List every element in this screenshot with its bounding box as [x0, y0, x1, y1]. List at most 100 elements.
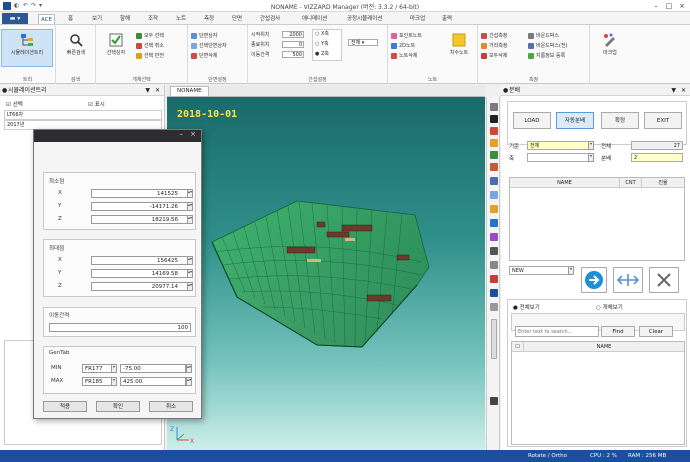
bound-box-button[interactable]: 바운드박스 — [528, 32, 559, 40]
quick-search-button[interactable]: 빠른검색 — [58, 33, 94, 56]
split-arrows-button[interactable] — [613, 267, 643, 293]
dialog-close-button[interactable]: × — [190, 130, 196, 138]
criteria-dropdown[interactable]: ▾ — [588, 141, 594, 150]
selected-section-box-button[interactable]: 선택단면상자 — [191, 42, 227, 50]
tool-grid-icon[interactable] — [490, 261, 498, 269]
remove-button[interactable] — [649, 267, 679, 293]
tab-interference[interactable]: 간섭검사 — [258, 14, 282, 24]
tab-view[interactable]: 보기 — [90, 14, 104, 24]
tool-light-icon[interactable] — [490, 139, 498, 147]
bound-box-all-button[interactable]: 바운드박스(전) — [528, 42, 568, 50]
exit-button[interactable]: EXIT — [644, 112, 682, 129]
select-checkbox[interactable]: ☑ 선택 — [6, 100, 23, 108]
gentab-min-frame-dropdown[interactable]: ▾ — [111, 364, 117, 373]
tab-navigate[interactable]: 항해 — [118, 14, 132, 24]
distribution-close-icon[interactable]: ✕ — [681, 85, 686, 96]
load-button[interactable]: LOAD — [513, 112, 551, 129]
markup-button[interactable]: 마크업 — [593, 33, 627, 56]
minimize-button[interactable]: – — [650, 1, 662, 11]
tab-section[interactable]: 단면 — [230, 14, 244, 24]
axis-x-radio[interactable]: ○ X축 — [315, 30, 329, 38]
close-button[interactable]: × — [676, 1, 688, 11]
start-pos-input[interactable]: 2000 — [282, 31, 304, 38]
toolbar-scroll-handle[interactable] — [491, 319, 497, 359]
dimension-note-button[interactable]: 치수노트 — [442, 33, 476, 56]
tab-output[interactable]: 출력 — [440, 14, 454, 24]
min-x-spinner[interactable]: ▴▾ — [187, 189, 193, 198]
list-select-all-checkbox[interactable]: ☐ — [512, 342, 524, 352]
auto-distribute-button[interactable]: 자동분배 — [556, 112, 594, 129]
maximize-button[interactable]: □ — [663, 1, 675, 11]
min-y-spinner[interactable]: ▴▾ — [187, 202, 193, 211]
criteria-combo[interactable]: 전체 — [527, 141, 589, 150]
tab-measure[interactable]: 측정 — [202, 14, 216, 24]
end-pos-input[interactable]: 0 — [282, 41, 304, 48]
deselect-button[interactable]: 선택 취소 — [136, 42, 164, 50]
grid-header-name[interactable]: NAME — [510, 178, 620, 188]
radio-each-view[interactable]: ○ 개체보기 — [596, 303, 623, 311]
selection-box-button[interactable]: 선택상자 — [99, 33, 133, 56]
tool-zoom-icon[interactable] — [490, 177, 498, 185]
tree-row[interactable]: LT66차 — [4, 110, 162, 120]
delete-note-button[interactable]: 노트삭제 — [391, 52, 417, 60]
gentab-max-frame-combo[interactable]: FR185 — [82, 377, 112, 386]
tool-layer-icon[interactable] — [490, 233, 498, 241]
diameter-register-button[interactable]: 지름정보 등록 — [528, 52, 565, 60]
tool-paint-icon[interactable] — [490, 127, 498, 135]
tool-active-icon[interactable] — [490, 289, 498, 297]
section-box-button[interactable]: 단면상자 — [191, 32, 217, 40]
step-value-input[interactable]: 100 — [49, 323, 191, 332]
select-all-button[interactable]: 모두 선택 — [136, 32, 164, 40]
new-combo[interactable]: NEW — [509, 266, 569, 275]
interference-measure-button[interactable]: 간섭측정 — [481, 32, 507, 40]
ok-button[interactable]: 확인 — [96, 401, 140, 412]
tool-record-icon[interactable] — [490, 275, 498, 283]
gentab-max-spinner[interactable]: ▴▾ — [186, 377, 192, 386]
axis-z-radio[interactable]: ● Z축 — [315, 50, 329, 58]
3d-viewport[interactable]: 2018-10-01 Z X — [167, 97, 485, 450]
gentab-max-value-input[interactable]: 425.00 — [120, 377, 186, 386]
tool-fit-icon[interactable] — [490, 205, 498, 213]
tab-manipulate[interactable]: 조작 — [146, 14, 160, 24]
min-y-input[interactable]: -14171.26 — [91, 202, 189, 211]
tab-noname[interactable]: NONAME — [170, 86, 209, 96]
clear-button[interactable]: Clear — [639, 326, 673, 337]
distance-measure-button[interactable]: 거리측정 — [481, 42, 507, 50]
radio-all-view[interactable]: ● 전체보기 — [513, 303, 540, 311]
max-y-spinner[interactable]: ▴▾ — [187, 269, 193, 278]
tab-markup[interactable]: 마크업 — [408, 14, 427, 24]
go-button[interactable] — [581, 267, 607, 293]
min-z-spinner[interactable]: ▴▾ — [187, 215, 193, 224]
tab-animation[interactable]: 애니메이션 — [300, 14, 329, 24]
tool-camera-icon[interactable] — [490, 247, 498, 255]
max-y-input[interactable]: 14169.58 — [91, 269, 189, 278]
panel-pin-toggle-icon[interactable]: ▼ — [145, 85, 150, 96]
point-note-button[interactable]: 포인트노트 — [391, 32, 422, 40]
gentab-min-spinner[interactable]: ▴▾ — [186, 364, 192, 373]
delete-section-button[interactable]: 단면삭제 — [191, 52, 217, 60]
sub-combo[interactable] — [527, 153, 589, 162]
gentab-max-frame-dropdown[interactable]: ▾ — [111, 377, 117, 386]
min-z-input[interactable]: 18219.56 — [91, 215, 189, 224]
find-button[interactable]: Find — [601, 326, 635, 337]
gentab-min-value-input[interactable]: -75.00 — [120, 364, 186, 373]
search-input[interactable] — [515, 326, 599, 337]
tool-check-icon[interactable] — [490, 115, 498, 123]
distribution-pin-toggle-icon[interactable]: ▼ — [671, 85, 676, 96]
cancel-button[interactable]: 취소 — [149, 401, 193, 412]
sub-dropdown[interactable]: ▾ — [588, 153, 594, 162]
max-x-spinner[interactable]: ▴▾ — [187, 256, 193, 265]
tool-select-icon[interactable] — [490, 103, 498, 111]
tab-home[interactable]: 홈 — [66, 14, 75, 24]
tab-ace[interactable]: ACE — [38, 14, 55, 24]
list-header-name[interactable]: NAME — [524, 342, 684, 352]
visible-checkbox[interactable]: ☑ 표시 — [88, 100, 105, 108]
panel-close-icon[interactable]: ✕ — [155, 85, 160, 96]
tool-rotate-icon[interactable] — [490, 151, 498, 159]
gentab-min-frame-combo[interactable]: FR177 — [82, 364, 112, 373]
tool-print-icon[interactable] — [490, 397, 498, 405]
confirm-button[interactable]: 확정 — [601, 112, 639, 129]
file-menu-button[interactable]: ▬ ▾ — [2, 13, 28, 24]
dialog-minimize-button[interactable]: – — [180, 130, 184, 138]
step-input[interactable]: 500 — [282, 51, 304, 58]
